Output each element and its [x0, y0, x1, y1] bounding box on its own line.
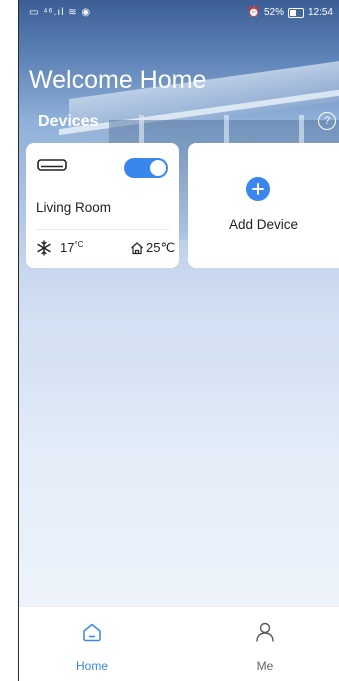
status-right: ⏰ 52% 12:54	[248, 7, 334, 18]
status-bar: ▭ ⁴⁶.ıl ≋ ◉ ⏰ 52% 12:54	[19, 0, 339, 26]
left-frame	[0, 0, 18, 681]
tab-me[interactable]: Me	[215, 621, 315, 676]
set-temperature-value: 17	[60, 240, 75, 255]
device-name: Living Room	[36, 200, 112, 215]
help-icon[interactable]: ?	[318, 112, 336, 130]
user-icon	[256, 622, 274, 642]
alarm-icon: ⏰	[247, 7, 260, 18]
card-divider	[36, 229, 169, 230]
add-device-label: Add Device	[228, 217, 299, 232]
phone-screen: ▭ ⁴⁶.ıl ≋ ◉ ⏰ 52% 12:54 Welcome Home Dev…	[19, 0, 339, 681]
device-power-toggle[interactable]	[124, 158, 168, 178]
app-page: ▭ ⁴⁶.ıl ≋ ◉ ⏰ 52% 12:54 Welcome Home Dev…	[0, 0, 339, 681]
toggle-knob	[150, 160, 166, 176]
tab-home[interactable]: Home	[42, 621, 142, 676]
set-temperature: 17°C	[60, 240, 83, 255]
battery-percent: 52%	[263, 7, 284, 18]
add-device-card[interactable]: Add Device	[188, 143, 339, 268]
plus-circle-icon	[246, 177, 270, 201]
bottom-tab-bar: Home Me	[19, 606, 339, 681]
left-frame-border	[18, 0, 19, 681]
snowflake-icon	[37, 240, 51, 256]
air-conditioner-icon	[37, 159, 67, 171]
page-title: Welcome Home	[29, 66, 207, 94]
device-card-living-room[interactable]: Living Room 17°C 25℃	[26, 143, 179, 268]
status-time: 12:54	[307, 7, 333, 18]
tab-me-label: Me	[256, 659, 274, 673]
set-temperature-unit: °C	[74, 240, 84, 249]
status-left-icons: ▭ ⁴⁶.ıl ≋ ◉	[29, 7, 92, 18]
room-temperature: 25℃	[146, 240, 176, 255]
tab-home-label: Home	[75, 659, 108, 673]
battery-icon	[287, 7, 304, 18]
indoor-home-icon	[131, 242, 143, 255]
device-temperature-row: 17°C 25℃	[36, 239, 176, 259]
home-icon	[83, 623, 101, 642]
devices-section-label: Devices	[38, 113, 99, 130]
